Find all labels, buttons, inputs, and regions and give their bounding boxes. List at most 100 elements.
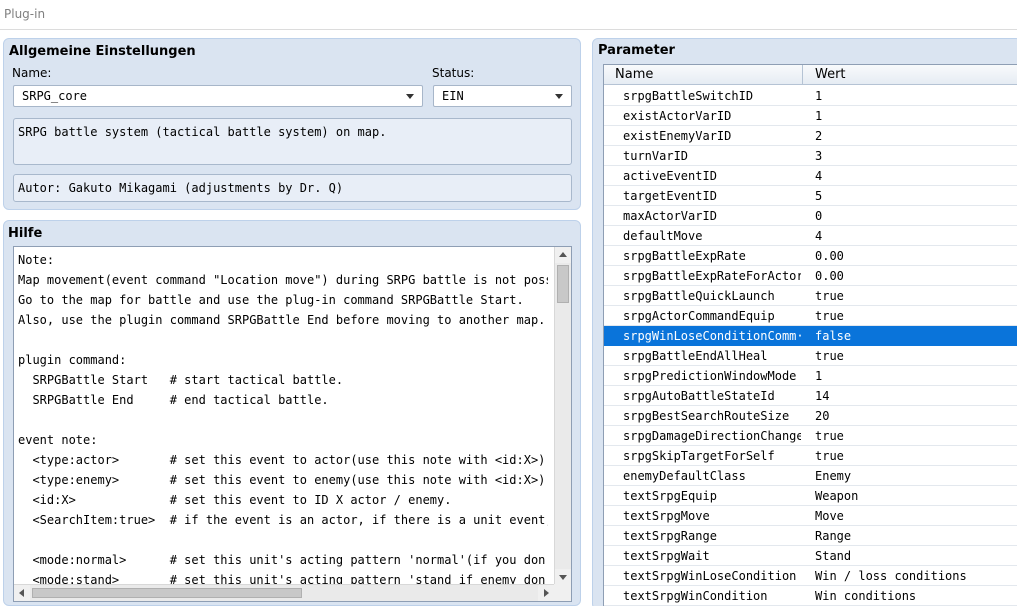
column-header-name[interactable]: Name [615, 67, 653, 82]
parameter-value: 5 [815, 189, 823, 203]
arrow-down-icon [559, 575, 567, 580]
table-row[interactable]: srpgDamageDirectionChange true [604, 426, 1017, 446]
parameter-value: 3 [815, 149, 823, 163]
description-field[interactable]: SRPG battle system (tactical battle syst… [13, 118, 572, 165]
parameter-name: srpgBattleExpRateForActors [623, 269, 801, 283]
table-row[interactable]: srpgBattleQuickLaunch true [604, 286, 1017, 306]
parameter-name: srpgWinLoseConditionComm··· [623, 329, 801, 343]
table-row[interactable]: textSrpgWinLoseCondition Win / loss condi… [604, 566, 1017, 586]
scroll-thumb[interactable] [557, 265, 569, 303]
parameter-name: targetEventID [623, 189, 717, 203]
table-row[interactable]: srpgWinLoseConditionComm··· false [604, 326, 1017, 346]
scroll-left-button[interactable] [14, 585, 30, 601]
parameter-value: true [815, 349, 844, 363]
status-label: Status: [432, 66, 475, 80]
table-row[interactable]: defaultMove 4 [604, 226, 1017, 246]
table-row[interactable]: srpgAutoBattleStateId 14 [604, 386, 1017, 406]
plugin-name-value: SRPG_core [22, 89, 88, 103]
table-row[interactable]: textSrpgEquip Weapon [604, 486, 1017, 506]
parameter-value: true [815, 309, 844, 323]
parameter-name: existActorVarID [623, 109, 732, 123]
table-row[interactable]: textSrpgMove Move [604, 506, 1017, 526]
parameter-name: defaultMove [623, 229, 703, 243]
table-row[interactable]: srpgBattleExpRate 0.00 [604, 246, 1017, 266]
arrow-left-icon [19, 589, 24, 597]
chevron-down-icon [406, 94, 414, 99]
chevron-down-icon [555, 94, 563, 99]
parameter-name: activeEventID [623, 169, 717, 183]
column-divider[interactable] [802, 65, 803, 85]
table-row[interactable]: enemyDefaultClass Enemy [604, 466, 1017, 486]
general-settings-title: Allgemeine Einstellungen [9, 44, 196, 59]
parameter-value: Range [815, 529, 852, 543]
parameter-name: textSrpgWait [623, 549, 710, 563]
parameters-title: Parameter [598, 43, 675, 58]
help-text-area[interactable]: Note: Map movement(event command "Locati… [13, 246, 572, 602]
parameter-name: srpgBestSearchRouteSize [623, 409, 790, 423]
table-row[interactable]: existActorVarID 1 [604, 106, 1017, 126]
table-row[interactable]: activeEventID 4 [604, 166, 1017, 186]
parameter-value: 14 [815, 389, 830, 403]
parameter-name: srpgBattleEndAllHeal [623, 349, 768, 363]
table-row[interactable]: srpgBestSearchRouteSize 20 [604, 406, 1017, 426]
window-title: Plug-in [4, 7, 46, 21]
parameter-name: existEnemyVarID [623, 129, 732, 143]
scroll-up-button[interactable] [555, 247, 571, 263]
parameter-name: srpgPredictionWindowMode [623, 369, 797, 383]
help-vertical-scrollbar[interactable] [554, 247, 571, 586]
table-row[interactable]: existEnemyVarID 2 [604, 126, 1017, 146]
parameter-value: 0.00 [815, 269, 844, 283]
table-row[interactable]: srpgActorCommandEquip true [604, 306, 1017, 326]
name-label: Name: [12, 66, 52, 80]
status-value: EIN [442, 89, 464, 103]
author-field[interactable]: Autor: Gakuto Mikagami (adjustments by D… [13, 174, 572, 202]
parameter-value: 20 [815, 409, 830, 423]
help-horizontal-scrollbar[interactable] [14, 584, 555, 601]
parameter-name: srpgBattleQuickLaunch [623, 289, 775, 303]
scroll-thumb-horizontal[interactable] [32, 588, 302, 598]
description-text: SRPG battle system (tactical battle syst… [18, 125, 387, 139]
column-header-value[interactable]: Wert [815, 67, 846, 82]
parameter-value: Move [815, 509, 844, 523]
scroll-down-button[interactable] [555, 569, 571, 585]
scroll-right-button[interactable] [538, 585, 554, 601]
parameter-value: true [815, 449, 844, 463]
parameter-value: 2 [815, 129, 823, 143]
parameter-name: maxActorVarID [623, 209, 717, 223]
parameter-name: srpgAutoBattleStateId [623, 389, 775, 403]
plugin-name-select[interactable]: SRPG_core [13, 85, 423, 107]
status-select[interactable]: EIN [433, 85, 572, 107]
parameter-value: 1 [815, 109, 823, 123]
table-row[interactable]: textSrpgWinCondition Win conditions [604, 586, 1017, 606]
parameter-rows: srpgBattleSwitchID 1 existActorVarID 1 exist… [604, 86, 1017, 606]
help-text: Note: Map movement(event command "Locati… [18, 253, 548, 585]
parameter-name: textSrpgRange [623, 529, 717, 543]
table-row[interactable]: textSrpgWait Stand [604, 546, 1017, 566]
parameter-value: true [815, 429, 844, 443]
table-row[interactable]: textSrpgRange Range [604, 526, 1017, 546]
table-row[interactable]: maxActorVarID 0 [604, 206, 1017, 226]
table-row[interactable]: srpgBattleExpRateForActors 0.00 [604, 266, 1017, 286]
arrow-up-icon [559, 252, 567, 257]
table-row[interactable]: turnVarID 3 [604, 146, 1017, 166]
table-row[interactable]: srpgBattleSwitchID 1 [604, 86, 1017, 106]
parameter-value: Enemy [815, 469, 852, 483]
parameter-value: true [815, 289, 844, 303]
parameters-table: Name Wert srpgBattleSwitchID 1 existActorV… [603, 64, 1017, 606]
parameter-value: Stand [815, 549, 852, 563]
parameter-value: 1 [815, 369, 823, 383]
table-row[interactable]: targetEventID 5 [604, 186, 1017, 206]
scroll-corner [554, 584, 571, 601]
parameter-name: textSrpgWinLoseCondition [623, 569, 797, 583]
table-row[interactable]: srpgBattleEndAllHeal true [604, 346, 1017, 366]
parameter-name: srpgBattleExpRate [623, 249, 746, 263]
parameter-value: 0 [815, 209, 823, 223]
table-header: Name Wert [604, 65, 1017, 85]
author-text: Autor: Gakuto Mikagami (adjustments by D… [18, 181, 344, 195]
parameter-name: textSrpgEquip [623, 489, 717, 503]
parameter-name: textSrpgWinCondition [623, 589, 768, 603]
table-row[interactable]: srpgPredictionWindowMode 1 [604, 366, 1017, 386]
table-row[interactable]: srpgSkipTargetForSelf true [604, 446, 1017, 466]
parameter-name: srpgSkipTargetForSelf [623, 449, 775, 463]
parameter-value: 0.00 [815, 249, 844, 263]
